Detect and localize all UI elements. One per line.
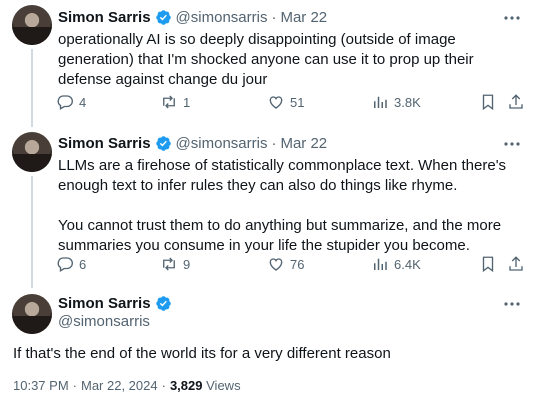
bookmark-icon[interactable] xyxy=(479,255,497,273)
tweet-meta: 10:37 PM · Mar 22, 2024 · 3,829 Views xyxy=(13,378,241,393)
verified-badge-icon xyxy=(155,136,171,151)
repost-icon xyxy=(163,257,175,271)
separator-dot: · xyxy=(271,9,277,26)
views-count: 3.8K xyxy=(394,94,421,110)
analytics-icon xyxy=(374,96,387,108)
repost-button[interactable]: 1 xyxy=(160,93,190,111)
share-icon[interactable] xyxy=(507,255,525,273)
repost-icon xyxy=(163,95,175,109)
reply-button[interactable]: 6 xyxy=(56,255,86,273)
reply-button[interactable]: 4 xyxy=(56,93,86,111)
bookmark-icon[interactable] xyxy=(479,93,497,111)
views-info: 3,829 Views xyxy=(170,378,241,393)
author-name[interactable]: Simon Sarris xyxy=(58,295,151,312)
author-handle[interactable]: @simonsarris xyxy=(58,313,150,330)
tweet-text: If that's the end of the world its for a… xyxy=(13,345,391,362)
tweet-1[interactable]: Simon Sarris @simonsarris · Mar 22 opera… xyxy=(0,0,540,127)
share-icon[interactable] xyxy=(507,93,525,111)
more-options-icon[interactable] xyxy=(502,136,522,152)
views-button[interactable]: 6.4K xyxy=(371,255,421,273)
repost-count: 1 xyxy=(183,94,191,110)
author-handle[interactable]: @simonsarris xyxy=(176,9,268,26)
author-name[interactable]: Simon Sarris xyxy=(58,9,151,26)
tweet-paragraph: LLMs are a firehose of statistically com… xyxy=(58,157,507,194)
tweet-text: LLMs are a firehose of statistically com… xyxy=(58,156,528,256)
separator-dot: · xyxy=(271,135,277,152)
like-count: 76 xyxy=(290,256,305,272)
like-count: 51 xyxy=(290,94,305,110)
avatar[interactable] xyxy=(12,5,52,45)
views-number: 3,829 xyxy=(169,378,203,393)
views-count: 6.4K xyxy=(394,256,421,272)
reply-icon xyxy=(57,95,73,110)
heart-icon xyxy=(269,258,283,271)
more-options-icon[interactable] xyxy=(502,296,522,312)
tweet-date[interactable]: Mar 22, 2024 xyxy=(81,378,158,393)
avatar[interactable] xyxy=(12,132,52,172)
more-options-icon[interactable] xyxy=(502,10,522,26)
thread-line xyxy=(31,176,33,288)
verified-badge-icon xyxy=(155,10,171,25)
author-handle[interactable]: @simonsarris xyxy=(176,135,268,152)
heart-icon xyxy=(269,96,283,109)
thread-line xyxy=(31,49,33,127)
repost-count: 9 xyxy=(183,256,191,272)
like-button[interactable]: 76 xyxy=(267,255,304,273)
tweet-actions: 6 9 76 6.4K xyxy=(56,255,526,275)
tweet-2[interactable]: Simon Sarris @simonsarris · Mar 22 LLMs … xyxy=(0,124,540,288)
views-button[interactable]: 3.8K xyxy=(371,93,421,111)
tweet-text: operationally AI is so deeply disappoint… xyxy=(58,31,474,88)
reply-count: 6 xyxy=(79,256,87,272)
separator-dot: · xyxy=(72,378,77,393)
reply-count: 4 xyxy=(79,94,87,110)
analytics-icon xyxy=(374,258,387,270)
repost-button[interactable]: 9 xyxy=(160,255,190,273)
tweet-time[interactable]: 10:37 PM xyxy=(13,378,69,393)
tweet-paragraph: You cannot trust them to do anything but… xyxy=(58,217,502,254)
separator-dot: · xyxy=(161,378,166,393)
verified-badge-icon xyxy=(155,296,171,311)
tweet-date[interactable]: Mar 22 xyxy=(280,9,327,26)
tweet-actions: 4 1 51 3.8K xyxy=(56,93,526,113)
author-name[interactable]: Simon Sarris xyxy=(58,135,151,152)
reply-icon xyxy=(57,257,73,272)
like-button[interactable]: 51 xyxy=(267,93,304,111)
tweet-date[interactable]: Mar 22 xyxy=(280,135,327,152)
avatar[interactable] xyxy=(12,294,52,334)
views-label: Views xyxy=(206,378,241,393)
